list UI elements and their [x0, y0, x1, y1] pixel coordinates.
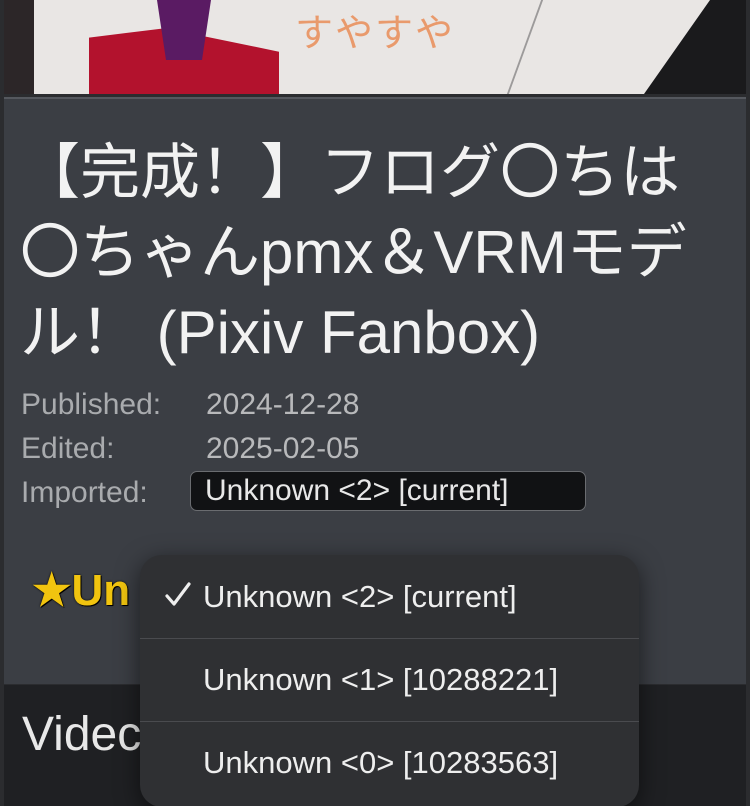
banner-text: すやすや — [294, 13, 455, 55]
published-date: 2024-12-28 — [206, 388, 360, 421]
menu-option-selected[interactable]: Unknown <2> [current] — [140, 555, 639, 638]
page: すやすや 【完成！】フログ〇ちは〇ちゃんpmx＆VRMモデル！ (Pixiv F… — [0, 0, 750, 806]
imported-version-menu: Unknown <2> [current] Unknown <1> [10288… — [140, 555, 639, 806]
favorite-star-link[interactable]: ★Un — [32, 565, 130, 616]
published-label: Published: — [21, 388, 162, 421]
checkmark-icon — [165, 582, 191, 606]
menu-option[interactable]: Unknown <0> [10283563] — [140, 721, 639, 804]
edited-date: 2025-02-05 — [206, 432, 360, 465]
imported-version-select[interactable]: Unknown <2> [current] — [190, 471, 586, 511]
menu-option-label: Unknown <1> [10288221] — [203, 662, 559, 697]
edited-row: Edited: 2025-02-05 — [21, 427, 359, 471]
imported-label: Imported: — [21, 476, 148, 509]
banner-image: すやすや — [4, 0, 746, 94]
menu-option-label: Unknown <2> [current] — [203, 578, 517, 614]
videos-heading: Videc — [22, 708, 142, 761]
menu-option-label: Unknown <0> [10283563] — [203, 745, 559, 780]
post-title: 【完成！】フログ〇ちは〇ちゃんpmx＆VRMモデル！ (Pixiv Fanbox… — [20, 139, 687, 366]
published-row: Published: 2024-12-28 — [21, 383, 359, 427]
menu-option[interactable]: Unknown <1> [10288221] — [140, 638, 639, 721]
edited-label: Edited: — [21, 432, 115, 465]
